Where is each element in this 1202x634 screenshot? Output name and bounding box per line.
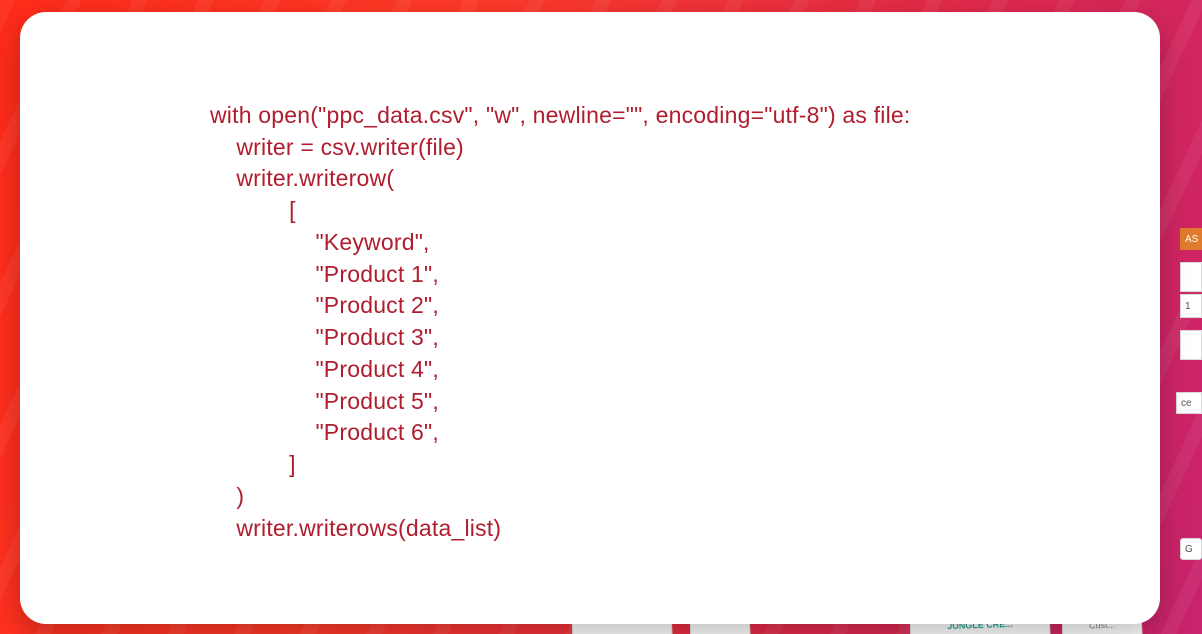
bg-fragment-orange-tab: AS [1180, 228, 1202, 250]
bg-fragment-cell-5: G [1180, 538, 1202, 560]
bg-fragment-cell-2: 1 [1180, 294, 1202, 318]
bg-fragment-cell-4: ce [1176, 392, 1202, 414]
code-block: with open("ppc_data.csv", "w", newline="… [210, 100, 1160, 544]
bg-fragment-cell-1 [1180, 262, 1202, 292]
page-background: AS 1 ce G JUNGLE CRE... Cust... with ope… [0, 0, 1202, 634]
code-card: with open("ppc_data.csv", "w", newline="… [20, 12, 1160, 624]
bg-fragment-cell-3 [1180, 330, 1202, 360]
